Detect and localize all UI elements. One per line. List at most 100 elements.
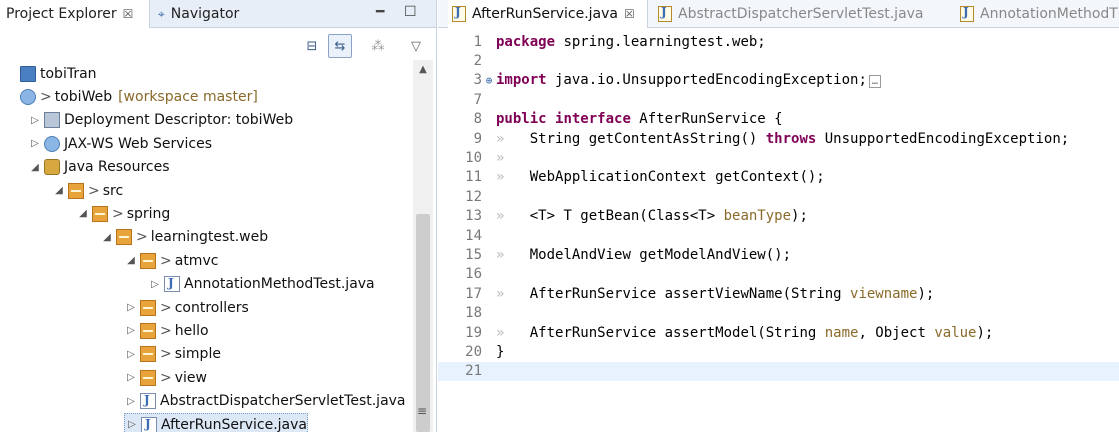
- close-icon[interactable]: ☒: [624, 7, 635, 21]
- tree-item[interactable]: ▷ > view: [124, 366, 207, 389]
- tree-item[interactable]: ◢ > learningtest.web: [100, 226, 268, 249]
- line-number: 12: [465, 188, 482, 205]
- line-number: 13: [465, 208, 482, 225]
- java-file-icon: [141, 416, 157, 432]
- tab-project-explorer[interactable]: Project Explorer ☒: [0, 0, 150, 28]
- package-icon: [140, 252, 156, 269]
- tree-item-label: spring: [126, 205, 171, 222]
- tree-item-label: learningtest.web: [150, 229, 269, 246]
- expanded-arrow-icon[interactable]: ◢: [28, 162, 42, 173]
- collapsed-arrow-icon[interactable]: ▷: [28, 138, 42, 149]
- expanded-arrow-icon[interactable]: ◢: [124, 255, 138, 266]
- collapsed-arrow-icon[interactable]: ▷: [125, 419, 139, 430]
- tree-item[interactable]: ▷ AnnotationMethodTest.java: [148, 273, 375, 296]
- close-icon[interactable]: ☒: [123, 7, 134, 21]
- fold-expand-icon[interactable]: ⊕: [482, 74, 496, 87]
- tab-navigator[interactable]: ⌖ Navigator: [152, 0, 245, 28]
- line-number: 19: [465, 324, 482, 341]
- code-line[interactable]: 15 » ModelAndView getModelAndView();: [438, 245, 1119, 264]
- collapsed-arrow-icon[interactable]: ▷: [124, 302, 138, 313]
- java-file-icon: [140, 393, 156, 410]
- package-icon: [140, 369, 156, 386]
- line-number: 10: [465, 150, 482, 167]
- line-number: 21: [465, 363, 482, 380]
- package-icon: [140, 346, 156, 363]
- code-line[interactable]: 19 » AfterRunService assertModel(String n…: [438, 323, 1119, 342]
- code-text: » <T> T getBean(Class<T> beanType);: [496, 208, 808, 225]
- code-line[interactable]: 3 ⊕ import java.io.UnsupportedEncodingExce…: [438, 71, 1119, 90]
- tree-item[interactable]: tobiTran: [4, 62, 97, 85]
- code-line[interactable]: 9 » String getContentAsString() throws Un…: [438, 129, 1119, 148]
- minimize-icon[interactable]: ━: [376, 4, 384, 20]
- tree-item-label: AfterRunService.java: [161, 416, 307, 432]
- collapsed-arrow-icon[interactable]: ▷: [148, 279, 162, 290]
- collapsed-arrow-icon[interactable]: ▷: [28, 115, 42, 126]
- code-line[interactable]: 10 »: [438, 148, 1119, 167]
- code-line[interactable]: 14: [438, 226, 1119, 245]
- code-text: » WebApplicationContext getContext();: [496, 169, 825, 186]
- code-line[interactable]: 18: [438, 304, 1119, 323]
- tree-item[interactable]: ▷ AfterRunService.java: [124, 413, 308, 432]
- tree-item[interactable]: ◢ > atmvc: [124, 249, 218, 272]
- maximize-icon[interactable]: ☐: [404, 4, 417, 20]
- code-text: » ModelAndView getModelAndView();: [496, 247, 792, 264]
- webservices-icon: [44, 135, 60, 152]
- code-line[interactable]: 13 » <T> T getBean(Class<T> beanType);: [438, 207, 1119, 226]
- line-number: 20: [465, 344, 482, 361]
- code-line[interactable]: 1 package spring.learningtest.web;: [438, 32, 1119, 51]
- package-icon: [92, 205, 108, 222]
- view-menu-icon[interactable]: ▽: [404, 34, 428, 58]
- code-area[interactable]: 1 package spring.learningtest.web; 2 3 ⊕ impo…: [438, 32, 1119, 432]
- java-file-icon: [164, 276, 180, 293]
- code-line[interactable]: 11 » WebApplicationContext getContext();: [438, 168, 1119, 187]
- tree-item-label: AbstractDispatcherServletTest.java: [160, 393, 406, 410]
- editor-tab-abstractdispatcher[interactable]: AbstractDispatcherServletTest.java: [654, 0, 924, 28]
- tree-item[interactable]: ▷ JAX-WS Web Services: [28, 132, 212, 155]
- code-line[interactable]: 7: [438, 90, 1119, 109]
- tree-item[interactable]: ▷ AbstractDispatcherServletTest.java: [124, 390, 406, 413]
- tree-item[interactable]: ◢ > spring: [76, 202, 170, 225]
- tree-item[interactable]: > tobiWeb [workspace master]: [4, 85, 258, 108]
- collapsed-arrow-icon[interactable]: ▷: [124, 396, 138, 407]
- code-line[interactable]: 8 public interface AfterRunService {: [438, 110, 1119, 129]
- expanded-arrow-icon[interactable]: ◢: [100, 232, 114, 243]
- navigator-icon: ⌖: [158, 6, 165, 21]
- explorer-toolbar: ⊟ ⇆ ⁂ ▽: [0, 34, 437, 58]
- editor-tab-annotationmethod[interactable]: AnnotationMethodT: [956, 0, 1118, 28]
- line-number: 9: [473, 130, 482, 147]
- code-line[interactable]: 17 » AfterRunService assertViewName(Strin…: [438, 284, 1119, 303]
- code-line[interactable]: 16: [438, 265, 1119, 284]
- link-with-editor-icon[interactable]: ⇆: [328, 34, 352, 58]
- code-line[interactable]: 20}: [438, 342, 1119, 361]
- view-tab-bar: Project Explorer ☒ ⌖ Navigator ━ ☐: [0, 0, 436, 28]
- navigator-tab-label: Navigator: [170, 6, 240, 22]
- collapsed-arrow-icon[interactable]: ▷: [124, 325, 138, 336]
- expanded-arrow-icon[interactable]: ◢: [76, 208, 90, 219]
- collapse-all-icon[interactable]: ⊟: [300, 34, 324, 58]
- tree-item[interactable]: ▷ > controllers: [124, 296, 249, 319]
- tree-item-label: JAX-WS Web Services: [64, 135, 213, 152]
- tree-item[interactable]: ▷ Deployment Descriptor: tobiWeb: [28, 109, 293, 132]
- scroll-thumb[interactable]: [416, 214, 430, 432]
- tree-item[interactable]: ▷ > simple: [124, 343, 221, 366]
- git-status-label: [workspace master]: [118, 88, 258, 105]
- tree-item-label: Deployment Descriptor: tobiWeb: [64, 112, 294, 129]
- tree-item[interactable]: ▷ > hello: [124, 319, 209, 342]
- collapsed-arrow-icon[interactable]: ▷: [124, 372, 138, 383]
- tree-item[interactable]: ◢ Java Resources: [28, 156, 170, 179]
- scroll-up-icon[interactable]: ▲: [413, 64, 433, 75]
- line-number: 7: [473, 91, 482, 108]
- tree-item-label: src: [102, 182, 124, 199]
- line-number: 11: [465, 169, 482, 186]
- expanded-arrow-icon[interactable]: ◢: [52, 185, 66, 196]
- editor-tab-label: AnnotationMethodT: [980, 6, 1118, 22]
- collapsed-arrow-icon[interactable]: ▷: [124, 349, 138, 360]
- editor-tab-afterrunservice[interactable]: AfterRunService.java ☒: [448, 0, 648, 28]
- dirty-marker: >: [40, 88, 52, 105]
- tree-item[interactable]: ◢ > src: [52, 179, 123, 202]
- code-line[interactable]: 2: [438, 51, 1119, 70]
- tree-scrollbar[interactable]: ▲ ≡: [413, 60, 433, 432]
- code-line[interactable]: 21: [438, 361, 1119, 382]
- focus-icon[interactable]: ⁂: [366, 34, 390, 58]
- code-line[interactable]: 12: [438, 187, 1119, 206]
